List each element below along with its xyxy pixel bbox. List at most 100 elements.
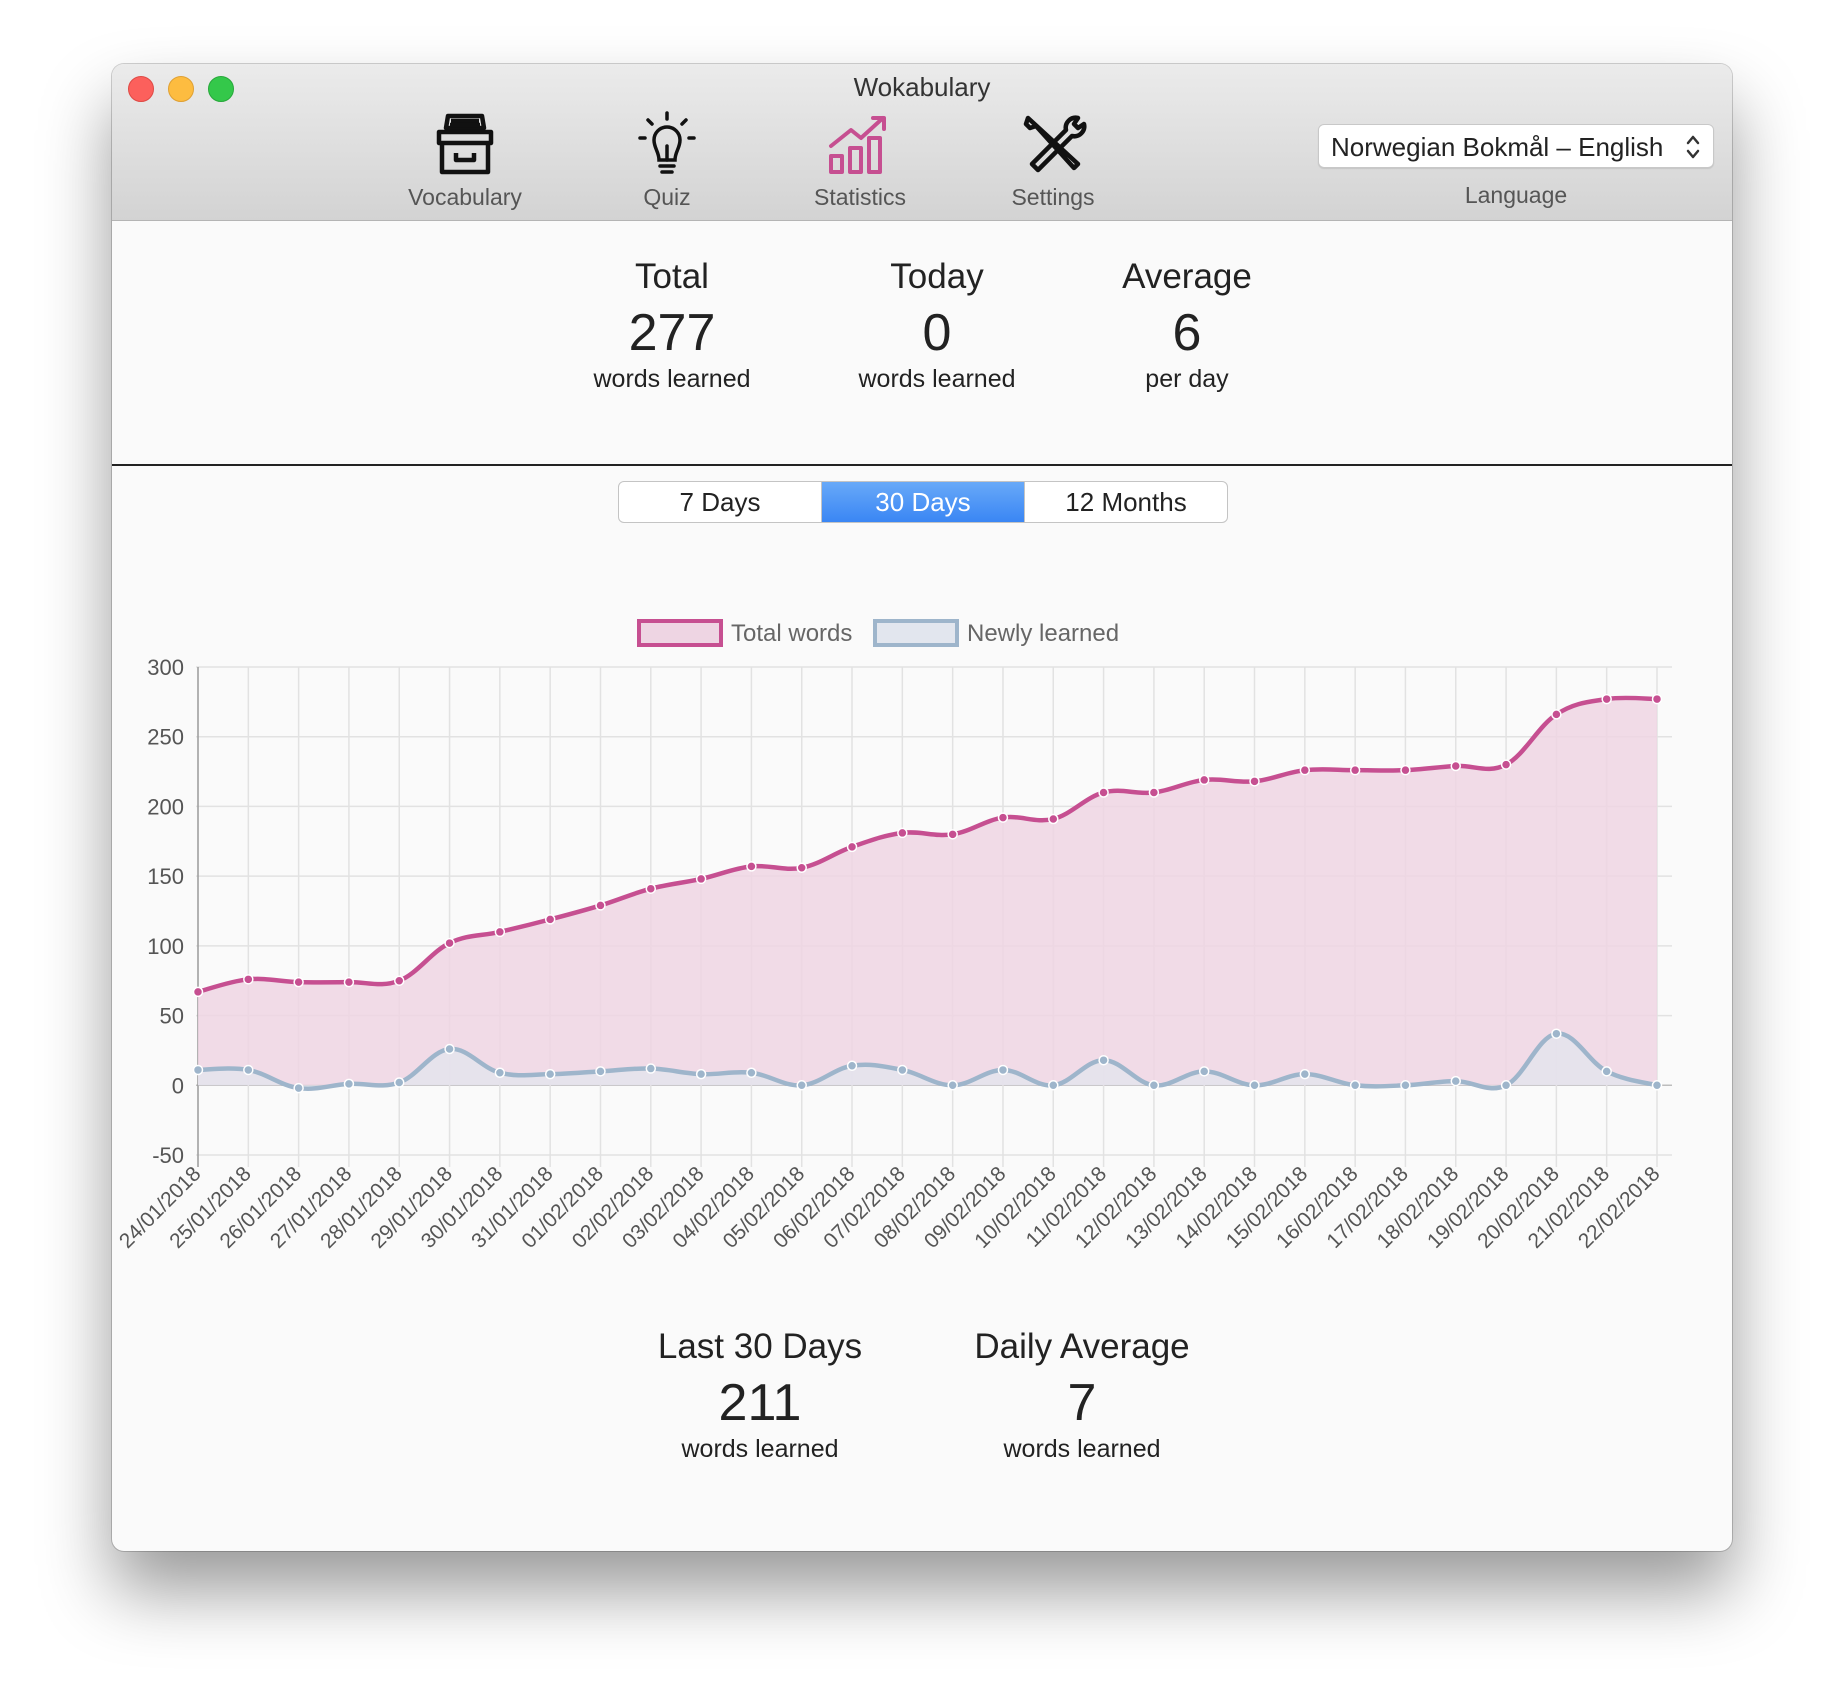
stat-today: Today 0 words learned (817, 257, 1057, 394)
stat-subtitle: words learned (858, 365, 1016, 393)
y-tick-label: -50 (152, 1143, 184, 1168)
series-newly-learned-point (947, 1080, 958, 1091)
toolbar-item-label: Quiz (643, 184, 691, 210)
series-total-words-point (1551, 709, 1562, 720)
series-newly-learned-point (1551, 1028, 1562, 1039)
legend-label-total-words: Total words (731, 620, 852, 647)
series-newly-learned-point (997, 1064, 1009, 1076)
chart-legend: Total words Newly learned (637, 619, 1119, 647)
series-total-words-point (494, 926, 506, 938)
series-total-words-point (1299, 764, 1311, 776)
toolbar-item-label: Statistics (813, 184, 907, 210)
stat-daily-average: Daily Average 7 words learned (932, 1327, 1232, 1464)
stat-last-30-days: Last 30 Days 211 words learned (610, 1327, 910, 1464)
stat-subtitle: words learned (681, 1435, 839, 1463)
series-total-words-point (796, 862, 807, 874)
stat-title: Total (635, 257, 709, 296)
vocabulary-box-icon (436, 113, 494, 175)
language-label: Language (1464, 182, 1568, 208)
summary-panel: Total 277 words learned Today 0 words le… (112, 221, 1732, 466)
wrench-screwdriver-icon (1023, 115, 1087, 173)
y-tick-label: 100 (147, 934, 184, 959)
stat-title: Last 30 Days (657, 1327, 863, 1366)
series-newly-learned-point (645, 1063, 657, 1074)
series-newly-learned-point (1601, 1066, 1612, 1077)
stat-value: 7 (1067, 1374, 1097, 1432)
series-total-words-point (243, 974, 254, 985)
series-newly-learned-point (494, 1067, 506, 1078)
stat-value: 211 (718, 1374, 802, 1432)
series-total-words-point (1500, 759, 1512, 770)
series-newly-learned-point (243, 1064, 254, 1076)
x-axis: 24/01/201825/01/201826/01/201827/01/2018… (115, 1162, 1665, 1253)
stat-value: 277 (628, 304, 716, 362)
series-newly-learned-point (897, 1064, 908, 1076)
series-newly-learned-point (1249, 1080, 1260, 1091)
stat-title: Daily Average (974, 1327, 1190, 1366)
toolbar: Wokabulary Vocabulary Quiz Statistics Se… (112, 64, 1732, 221)
y-tick-label: 50 (160, 1004, 184, 1029)
series-newly-learned-point (595, 1066, 606, 1077)
lightbulb-icon (638, 111, 696, 174)
toolbar-item-label: Vocabulary (408, 184, 522, 210)
toolbar-vocabulary-button[interactable]: Vocabulary (385, 110, 545, 214)
series-newly-learned-point (1400, 1080, 1411, 1091)
series-total-words-point (1098, 787, 1109, 798)
series-total-words-point (1651, 693, 1663, 705)
series-newly-learned-point (1500, 1080, 1512, 1091)
y-tick-label: 0 (172, 1073, 184, 1098)
range-segmented-control: 7 Days 30 Days 12 Months (618, 481, 1228, 523)
stat-subtitle: per day (1145, 365, 1229, 393)
series-newly-learned-point (1098, 1054, 1109, 1066)
toolbar-item-label: Settings (1011, 184, 1095, 210)
stat-subtitle: words learned (1003, 1435, 1161, 1463)
series-newly-learned-point (444, 1043, 455, 1055)
series-newly-learned-point (846, 1060, 858, 1072)
toolbar-settings-button[interactable]: Settings (973, 110, 1133, 214)
series-newly-learned-point (746, 1067, 757, 1078)
series-newly-learned-point (192, 1064, 204, 1076)
stat-title: Today (890, 257, 984, 296)
y-tick-label: 200 (147, 794, 184, 819)
stat-total: Total 277 words learned (552, 257, 792, 394)
series-total-words-point (997, 812, 1009, 823)
legend-swatch-total-words (637, 619, 723, 647)
series-total-words-point (595, 900, 606, 911)
series-newly-learned-point (1048, 1080, 1059, 1091)
language-select-value: Norwegian Bokmål – English (1331, 132, 1664, 162)
y-tick-label: 150 (147, 864, 184, 889)
series-newly-learned-point (343, 1078, 355, 1090)
chevron-up-down-icon (1686, 135, 1700, 159)
series-total-words-point (695, 873, 707, 885)
statistics-chart-icon (829, 116, 886, 174)
window-title: Wokabulary (853, 72, 991, 102)
series-total-words-point (897, 827, 908, 839)
series-newly-learned-point (1198, 1066, 1210, 1077)
series-total-words-point (1601, 693, 1612, 705)
toolbar-statistics-button[interactable]: Statistics (780, 110, 940, 214)
stat-subtitle: words learned (593, 365, 751, 393)
series-total-words-point (645, 883, 657, 894)
series-total-words-point (1450, 760, 1462, 772)
language-select[interactable]: Norwegian Bokmål – English (1318, 124, 1714, 168)
chart-series (192, 693, 1663, 1094)
series-newly-learned-point (293, 1082, 304, 1094)
series-newly-learned-point (544, 1068, 556, 1080)
series-total-words-point (393, 975, 405, 986)
series-newly-learned-point (695, 1068, 707, 1080)
series-total-words-area (198, 697, 1657, 1086)
tab-30-days[interactable]: 30 Days (822, 482, 1025, 522)
series-total-words-point (1400, 764, 1411, 776)
y-axis: 300 250 200 150 100 50 0 -50 (147, 655, 184, 1168)
stat-value: 0 (922, 304, 952, 362)
app-window: Wokabulary Vocabulary Quiz Statistics Se… (112, 64, 1732, 1551)
series-total-words-point (1349, 764, 1361, 776)
stat-average: Average 6 per day (1067, 257, 1307, 394)
tab-7-days[interactable]: 7 Days (619, 482, 822, 522)
series-total-words-point (947, 829, 958, 840)
toolbar-quiz-button[interactable]: Quiz (587, 110, 747, 214)
legend-swatch-newly-learned (873, 619, 959, 647)
tab-12-months[interactable]: 12 Months (1025, 482, 1227, 522)
series-newly-learned-point (393, 1077, 405, 1088)
series-total-words-point (846, 841, 858, 853)
